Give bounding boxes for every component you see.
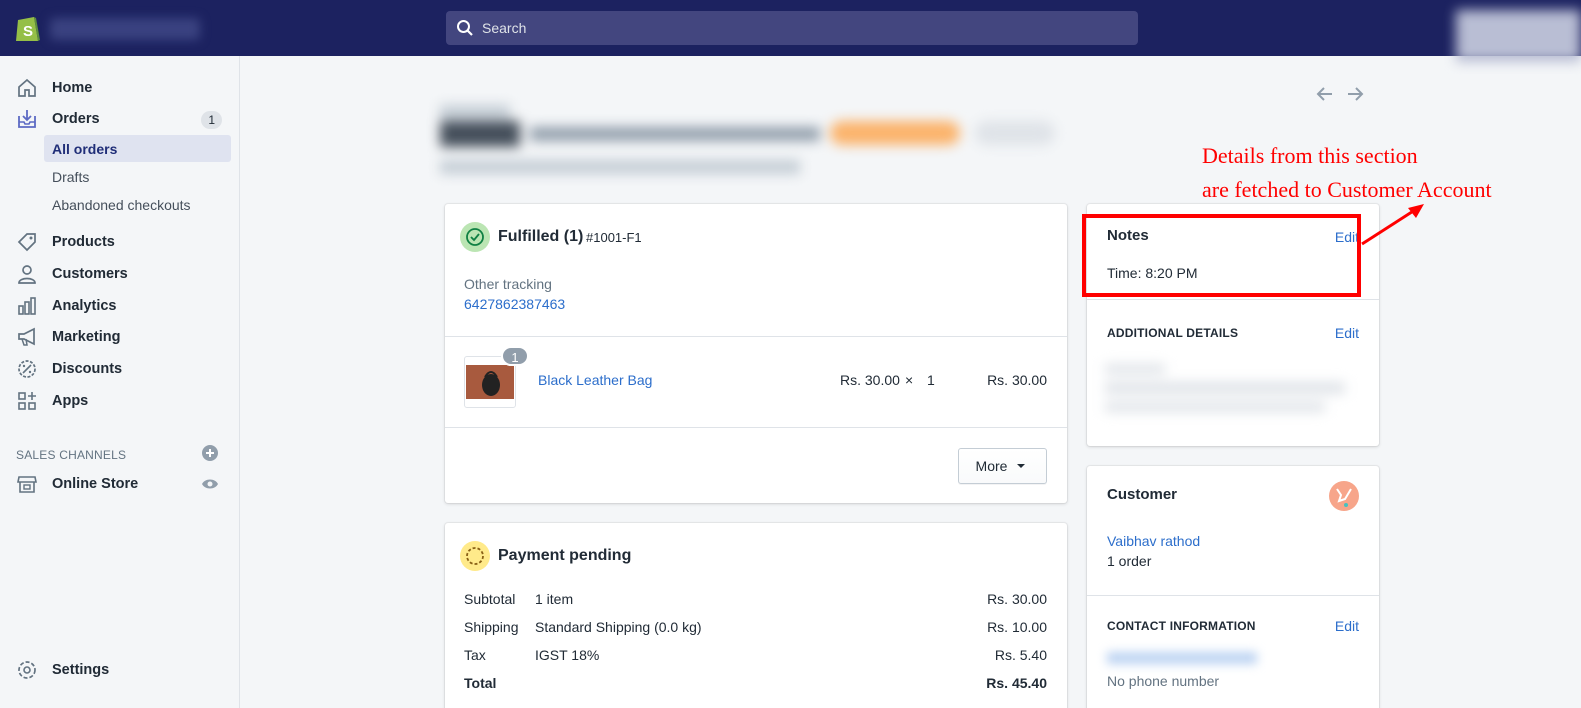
payment-title: Payment pending [498, 547, 632, 564]
fulfillment-id: #1001-F1 [586, 230, 642, 245]
store-name-blurred[interactable] [50, 18, 200, 40]
order-header-blurred [430, 105, 1070, 188]
search-icon [457, 20, 473, 36]
sidebar-item-label: Products [52, 234, 115, 250]
gear-icon [16, 659, 38, 681]
home-icon [16, 77, 38, 99]
tag-icon [16, 231, 38, 253]
sidebar-item-label: Online Store [52, 476, 139, 492]
store-icon [16, 473, 38, 495]
sidebar-item-discounts[interactable]: Discounts [0, 354, 240, 384]
sidebar-item-apps[interactable]: Apps [0, 386, 240, 416]
tracking-label: Other tracking [464, 276, 552, 292]
subtotal-desc: 1 item [535, 591, 574, 607]
sidebar-item-label: Analytics [52, 298, 117, 314]
tax-label: Tax [464, 647, 486, 663]
sidebar-item-label: Discounts [52, 361, 123, 377]
sidebar-item-label: Customers [52, 266, 128, 282]
annotation-text-line1: Details from this section [1202, 143, 1418, 168]
payment-pending-status-icon [460, 541, 490, 571]
customer-avatar [1329, 481, 1359, 511]
add-sales-channel-icon[interactable] [201, 444, 219, 462]
discount-icon [16, 358, 38, 380]
payment-card: Payment pending Subtotal 1 item Rs. 30.0… [445, 523, 1067, 708]
tracking-number-link[interactable]: 6427862387463 [464, 296, 565, 312]
customer-name-link[interactable]: Vaibhav rathod [1107, 533, 1200, 549]
shipping-amount: Rs. 10.00 [987, 619, 1047, 635]
caret-down-icon [1017, 464, 1026, 468]
apps-icon [16, 390, 38, 412]
sidebar: Home Orders 1 All orders Drafts Abandone… [0, 56, 240, 708]
sidebar-item-orders[interactable]: Orders 1 [0, 104, 240, 134]
sidebar-item-analytics[interactable]: Analytics [0, 291, 240, 321]
sidebar-item-products[interactable]: Products [0, 227, 240, 257]
additional-details-edit-link[interactable]: Edit [1335, 325, 1359, 341]
customer-orders-count: 1 order [1107, 553, 1152, 569]
customer-card: Customer Vaibhav rathod 1 order CONTACT … [1087, 466, 1379, 708]
tax-desc: IGST 18% [535, 647, 600, 663]
sidebar-item-settings[interactable]: Settings [0, 655, 240, 685]
sidebar-subitem-abandoned-checkouts[interactable]: Abandoned checkouts [44, 191, 231, 218]
annotation-arrow-icon [1361, 204, 1424, 246]
sidebar-subitem-all-orders[interactable]: All orders [44, 135, 231, 162]
fulfilled-title: Fulfilled (1) [498, 228, 584, 245]
divider [1087, 595, 1379, 596]
eye-icon[interactable] [201, 475, 219, 493]
contact-information-title: CONTACT INFORMATION [1107, 619, 1256, 633]
shopify-logo-icon[interactable]: S [14, 12, 42, 44]
times-sign: × [905, 372, 914, 388]
customer-email-blurred[interactable] [1107, 652, 1257, 664]
top-bar: S Search [0, 0, 1581, 62]
customer-title: Customer [1107, 486, 1178, 503]
sidebar-subitem-drafts[interactable]: Drafts [44, 163, 231, 190]
annotation-text-line2: are fetched to Customer Account [1202, 177, 1492, 202]
megaphone-icon [16, 326, 38, 348]
fulfilled-card: Fulfilled (1) #1001-F1 Other tracking 64… [445, 204, 1067, 503]
contact-edit-link[interactable]: Edit [1335, 618, 1359, 634]
divider [445, 427, 1067, 428]
item-total: Rs. 30.00 [987, 372, 1047, 388]
phone-number: No phone number [1107, 673, 1220, 689]
unit-price: Rs. 30.00 [840, 372, 900, 388]
sidebar-item-customers[interactable]: Customers [0, 259, 240, 289]
subtotal-amount: Rs. 30.00 [987, 591, 1047, 607]
sidebar-item-marketing[interactable]: Marketing [0, 322, 240, 352]
sidebar-item-label: Settings [52, 662, 110, 678]
shipping-label: Shipping [464, 619, 519, 635]
sidebar-item-home[interactable]: Home [0, 73, 240, 103]
sidebar-item-label: Marketing [52, 329, 121, 345]
sales-channels-title: SALES CHANNELS [16, 448, 127, 462]
divider [1087, 299, 1379, 300]
tax-amount: Rs. 5.40 [994, 647, 1047, 663]
total-amount: Rs. 45.40 [986, 675, 1047, 691]
sidebar-item-online-store[interactable]: Online Store [0, 469, 240, 499]
person-icon [16, 263, 38, 285]
quantity-badge: 1 [501, 346, 529, 366]
search-bar[interactable]: Search [446, 11, 1138, 45]
total-label: Total [464, 675, 497, 691]
orders-count-badge: 1 [201, 111, 222, 129]
sidebar-item-label: Home [52, 80, 93, 96]
order-navigation [1315, 84, 1365, 110]
svg-text:S: S [23, 23, 33, 40]
shipping-desc: Standard Shipping (0.0 kg) [535, 619, 702, 635]
additional-details-blurred [1105, 364, 1355, 414]
subtotal-label: Subtotal [464, 591, 516, 607]
more-button-label: More [975, 458, 1008, 474]
divider [445, 336, 1067, 337]
search-placeholder: Search [482, 20, 527, 36]
additional-details-title: ADDITIONAL DETAILS [1107, 326, 1239, 340]
bar-chart-icon [16, 295, 38, 317]
previous-order-arrow-icon[interactable] [1315, 84, 1335, 110]
item-quantity: 1 [927, 372, 935, 388]
product-name-link[interactable]: Black Leather Bag [538, 372, 652, 388]
fulfilled-status-icon [460, 222, 490, 252]
sidebar-item-label: Orders [52, 111, 100, 127]
account-menu-blurred[interactable] [1456, 10, 1581, 62]
more-actions-button[interactable]: More [958, 448, 1047, 484]
orders-icon [16, 108, 38, 130]
annotation-highlight-box [1082, 214, 1361, 297]
sidebar-item-label: Apps [52, 393, 89, 409]
next-order-arrow-icon[interactable] [1345, 84, 1365, 110]
